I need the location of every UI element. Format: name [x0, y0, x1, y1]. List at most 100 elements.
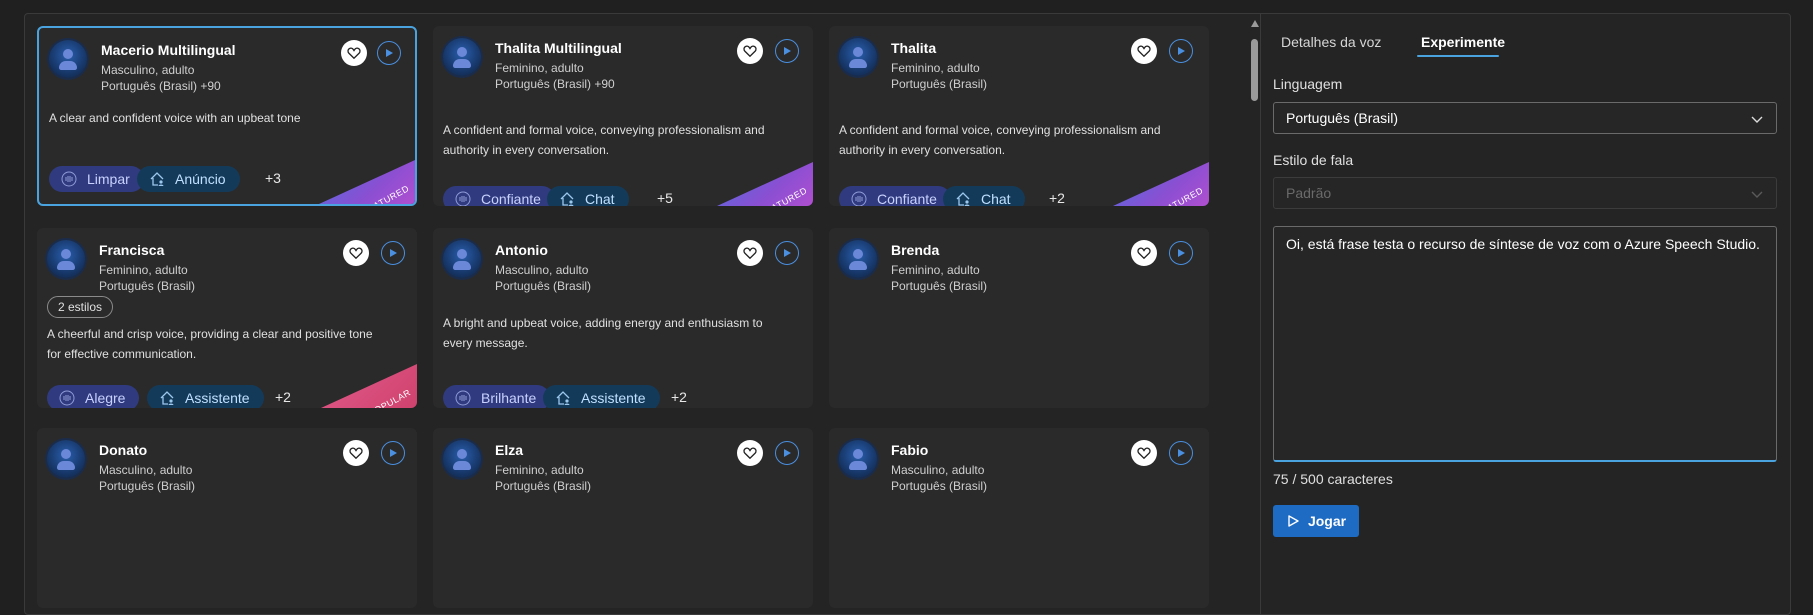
play-button[interactable]: Jogar	[1273, 505, 1359, 537]
speaking-style-label: Estilo de fala	[1273, 152, 1354, 168]
voice-gender-age: Feminino, adulto	[495, 61, 584, 75]
play-voice-button[interactable]	[1169, 39, 1193, 63]
voice-locale: Português (Brasil)	[495, 279, 592, 293]
language-select-value: Português (Brasil)	[1286, 110, 1399, 126]
heart-outline-icon	[1137, 247, 1151, 260]
ribbon-label: FEATURED	[1154, 185, 1205, 206]
voice-description: A cheerful and crisp voice, providing a …	[47, 327, 373, 361]
style-tag[interactable]: Confiante	[839, 186, 951, 206]
speaking-style-value: Padrão	[1286, 185, 1332, 201]
favorite-button[interactable]	[737, 440, 763, 466]
voice-locale: Português (Brasil)	[891, 77, 988, 91]
role-tag[interactable]: Assistente	[147, 385, 264, 408]
style-tag[interactable]: Limpar	[49, 166, 144, 192]
voice-card-fabio[interactable]: Fabio Masculino, adulto Português (Brasi…	[829, 428, 1209, 608]
voice-description: A confident and formal voice, conveying …	[839, 123, 1161, 157]
waveform-icon	[455, 191, 471, 206]
voice-description: A bright and upbeat voice, adding energy…	[443, 316, 763, 350]
tab-voice-details[interactable]: Detalhes da voz	[1281, 34, 1381, 50]
favorite-button[interactable]	[1131, 240, 1157, 266]
voice-card-macerio[interactable]: Macerio Multilingual Masculino, adulto P…	[37, 26, 417, 206]
voice-card-antonio[interactable]: Antonio Masculino, adulto Português (Bra…	[433, 228, 813, 408]
scroll-thumb[interactable]	[1251, 39, 1258, 101]
scroll-up-arrow-icon[interactable]	[1251, 20, 1259, 27]
heart-outline-icon	[743, 45, 757, 58]
voice-name: Brenda	[891, 242, 940, 258]
style-tag[interactable]: Confiante	[443, 186, 555, 206]
play-icon	[390, 249, 397, 257]
style-tag[interactable]: Alegre	[47, 385, 140, 408]
voice-locale: Português (Brasil)	[99, 279, 196, 293]
role-tag[interactable]: Chat	[943, 186, 1025, 206]
favorite-button[interactable]	[343, 440, 369, 466]
play-icon	[784, 249, 791, 257]
play-voice-button[interactable]	[775, 39, 799, 63]
play-voice-button[interactable]	[1169, 241, 1193, 265]
voice-name: Elza	[495, 442, 524, 458]
play-voice-button[interactable]	[381, 441, 405, 465]
speaking-style-select: Padrão	[1273, 177, 1777, 209]
more-tags-count: +5	[657, 190, 673, 206]
house-person-icon	[556, 391, 570, 405]
play-voice-button[interactable]	[775, 441, 799, 465]
favorite-button[interactable]	[737, 240, 763, 266]
chevron-down-icon	[1751, 116, 1763, 123]
voice-gender-age: Masculino, adulto	[101, 63, 195, 77]
heart-outline-icon	[349, 247, 363, 260]
play-icon	[1178, 47, 1185, 55]
featured-ribbon: FEATURED	[717, 162, 813, 206]
play-voice-button[interactable]	[775, 241, 799, 265]
role-tag-label: Assistente	[581, 390, 646, 406]
tab-try-it[interactable]: Experimente	[1421, 34, 1505, 50]
more-tags-count: +2	[275, 389, 291, 405]
voice-gender-age: Masculino, adulto	[495, 263, 589, 277]
voice-card-thalita-multilingual[interactable]: Thalita Multilingual Feminino, adulto Po…	[433, 26, 813, 206]
play-icon	[784, 449, 791, 457]
role-tag[interactable]: Assistente	[543, 385, 660, 408]
style-tag-label: Alegre	[85, 390, 126, 406]
role-tag-label: Anúncio	[175, 171, 226, 187]
house-person-icon	[560, 192, 574, 206]
play-voice-button[interactable]	[377, 41, 401, 65]
style-tag-label: Confiante	[877, 191, 937, 206]
role-tag[interactable]: Anúncio	[137, 166, 240, 192]
favorite-button[interactable]	[343, 240, 369, 266]
voice-gallery-frame: Macerio Multilingual Masculino, adulto P…	[24, 13, 1791, 615]
favorite-button[interactable]	[341, 40, 367, 66]
heart-outline-icon	[743, 447, 757, 460]
play-voice-button[interactable]	[381, 241, 405, 265]
voice-gender-age: Masculino, adulto	[891, 463, 985, 477]
role-tag-label: Assistente	[185, 390, 250, 406]
avatar	[839, 38, 877, 76]
play-voice-button[interactable]	[1169, 441, 1193, 465]
heart-outline-icon	[347, 47, 361, 60]
voice-card-brenda[interactable]: Brenda Feminino, adulto Português (Brasi…	[829, 228, 1209, 408]
active-tab-indicator	[1417, 55, 1499, 57]
test-text-input[interactable]: Oi, está frase testa o recurso de síntes…	[1273, 226, 1777, 462]
role-tag[interactable]: Chat	[547, 186, 629, 206]
more-tags-count: +2	[1049, 190, 1065, 206]
voice-card-donato[interactable]: Donato Masculino, adulto Português (Bras…	[37, 428, 417, 608]
favorite-button[interactable]	[1131, 440, 1157, 466]
voice-gender-age: Feminino, adulto	[891, 61, 980, 75]
voice-card-thalita[interactable]: Thalita Feminino, adulto Português (Bras…	[829, 26, 1209, 206]
more-tags-count: +3	[265, 170, 281, 186]
waveform-icon	[61, 171, 77, 187]
voice-locale: Português (Brasil)	[99, 479, 196, 493]
favorite-button[interactable]	[1131, 38, 1157, 64]
style-tag[interactable]: Brilhante	[443, 385, 551, 408]
language-select[interactable]: Português (Brasil)	[1273, 102, 1777, 134]
voice-name: Francisca	[99, 242, 165, 258]
style-tag-label: Limpar	[87, 171, 130, 187]
voice-grid: Macerio Multilingual Masculino, adulto P…	[25, 14, 1257, 614]
voice-card-francisca[interactable]: Francisca Feminino, adulto Português (Br…	[37, 228, 417, 408]
voice-name: Thalita	[891, 40, 937, 56]
favorite-button[interactable]	[737, 38, 763, 64]
voice-gender-age: Feminino, adulto	[495, 463, 584, 477]
play-icon	[1178, 249, 1185, 257]
voice-card-elza[interactable]: Elza Feminino, adulto Português (Brasil)	[433, 428, 813, 608]
voice-gender-age: Masculino, adulto	[99, 463, 193, 477]
heart-outline-icon	[1137, 447, 1151, 460]
featured-ribbon: FEATURED	[1113, 162, 1209, 206]
styles-count-pill[interactable]: 2 estilos	[47, 296, 114, 318]
